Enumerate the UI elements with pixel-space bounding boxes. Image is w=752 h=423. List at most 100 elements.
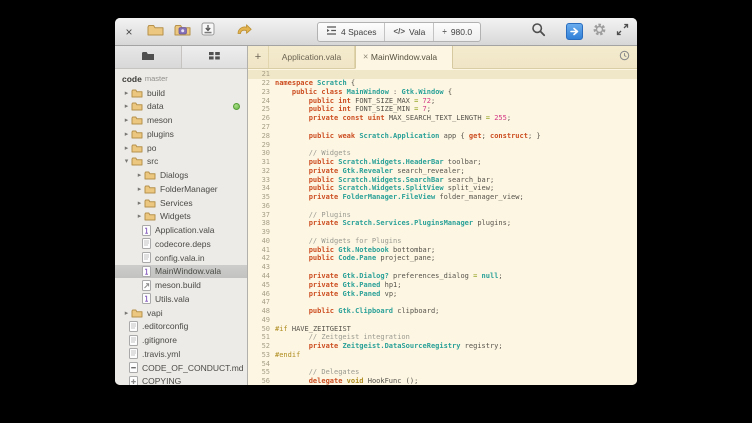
project-root-row[interactable]: code master (115, 72, 247, 86)
tree-item-mainwindow-vala[interactable]: MainWindow.vala (115, 265, 247, 279)
window-close-button[interactable]: × (123, 26, 135, 38)
chevron-right-icon[interactable]: ▸ (135, 171, 144, 179)
tree-item-data[interactable]: ▸data (115, 100, 247, 114)
chevron-right-icon[interactable]: ▸ (122, 89, 131, 97)
code-line-54[interactable]: 54 (248, 359, 637, 368)
code-line-51[interactable]: 51 // Zeitgeist integration (248, 333, 637, 342)
line-number: 30 (248, 149, 275, 157)
tree-item-build[interactable]: ▸build (115, 86, 247, 100)
code-line-44[interactable]: 44 private Gtk.Dialog? preferences_dialo… (248, 272, 637, 281)
code-line-30[interactable]: 30 // Widgets (248, 149, 637, 158)
code-line-29[interactable]: 29 (248, 140, 637, 149)
code-line-34[interactable]: 34 public Scratch.Widgets.SplitView spli… (248, 184, 637, 193)
fullscreen-button[interactable] (616, 23, 629, 41)
code-line-24[interactable]: 24 public int FONT_SIZE_MAX = 72; (248, 96, 637, 105)
code-line-37[interactable]: 37 // Plugins (248, 210, 637, 219)
code-line-25[interactable]: 25 public int FONT_SIZE_MIN = 7; (248, 105, 637, 114)
tree-item-codecore-deps[interactable]: codecore.deps (115, 237, 247, 251)
chevron-right-icon[interactable]: ▸ (122, 102, 131, 110)
code-line-39[interactable]: 39 (248, 228, 637, 237)
tree-item-label: .travis.yml (142, 349, 180, 359)
redo-button[interactable] (235, 22, 253, 41)
code-line-38[interactable]: 38 private Scratch.Services.PluginsManag… (248, 219, 637, 228)
new-tab-button[interactable]: + (248, 46, 269, 68)
tree-item-meson-build[interactable]: meson.build (115, 278, 247, 292)
text-file-icon (129, 335, 138, 346)
tree-item-label: plugins (147, 129, 174, 139)
tree-item-copying[interactable]: COPYING (115, 375, 247, 386)
tab-close-icon[interactable]: × (363, 53, 368, 62)
main-content: code master ▸build▸data▸meson▸plugins▸po… (115, 46, 637, 385)
tree-item-vapi[interactable]: ▸vapi (115, 306, 247, 320)
line-content: // Widgets for Plugins (275, 237, 401, 245)
tree-item--travis-yml[interactable]: .travis.yml (115, 347, 247, 361)
chevron-right-icon[interactable]: ▸ (122, 144, 131, 152)
code-line-36[interactable]: 36 (248, 201, 637, 210)
outline-view-button[interactable] (182, 46, 248, 68)
code-line-43[interactable]: 43 (248, 263, 637, 272)
code-line-49[interactable]: 49 (248, 315, 637, 324)
code-line-55[interactable]: 55 // Delegates (248, 368, 637, 377)
code-line-42[interactable]: 42 public Code.Pane project_pane; (248, 254, 637, 263)
tree-item-foldermanager[interactable]: ▸FolderManager (115, 182, 247, 196)
tree-item-widgets[interactable]: ▸Widgets (115, 210, 247, 224)
code-line-46[interactable]: 46 private Gtk.Paned vp; (248, 289, 637, 298)
tree-item-po[interactable]: ▸po (115, 141, 247, 155)
closed-tabs-button[interactable] (619, 46, 637, 68)
jump-to-button[interactable] (566, 23, 583, 40)
code-line-50[interactable]: 50#if HAVE_ZEITGEIST (248, 324, 637, 333)
save-button[interactable] (201, 22, 215, 41)
tree-item-application-vala[interactable]: Application.vala (115, 223, 247, 237)
chevron-right-icon[interactable]: ▸ (122, 130, 131, 138)
code-line-52[interactable]: 52 private Zeitgeist.DataSourceRegistry … (248, 342, 637, 351)
search-button[interactable] (531, 22, 546, 42)
tree-item-config-vala-in[interactable]: config.vala.in (115, 251, 247, 265)
code-line-28[interactable]: 28 public weak Scratch.Application app {… (248, 131, 637, 140)
templates-button[interactable] (174, 23, 191, 41)
tree-item-src[interactable]: ▾src (115, 155, 247, 169)
code-line-22[interactable]: 22namespace Scratch { (248, 79, 637, 88)
chevron-down-icon[interactable]: ▾ (122, 157, 131, 165)
code-line-32[interactable]: 32 private Gtk.Revealer search_revealer; (248, 166, 637, 175)
source-view[interactable]: 2122namespace Scratch {23 public class M… (248, 69, 637, 385)
code-line-26[interactable]: 26 private const uint MAX_SEARCH_TEXT_LE… (248, 114, 637, 123)
chevron-right-icon[interactable]: ▸ (135, 212, 144, 220)
code-line-47[interactable]: 47 (248, 298, 637, 307)
chevron-right-icon[interactable]: ▸ (122, 309, 131, 317)
tree-item--gitignore[interactable]: .gitignore (115, 333, 247, 347)
chevron-right-icon[interactable]: ▸ (135, 199, 144, 207)
tree-item-dialogs[interactable]: ▸Dialogs (115, 168, 247, 182)
code-line-27[interactable]: 27 (248, 123, 637, 132)
line-number: 21 (248, 70, 275, 78)
settings-button[interactable] (592, 22, 607, 42)
code-line-33[interactable]: 33 public Scratch.Widgets.SearchBar sear… (248, 175, 637, 184)
code-line-56[interactable]: 56 delegate void HookFunc (); (248, 377, 637, 385)
chevron-right-icon[interactable]: ▸ (135, 185, 144, 193)
indent-width-button[interactable]: 4 Spaces (318, 23, 384, 41)
tree-item-meson[interactable]: ▸meson (115, 113, 247, 127)
tree-item-utils-vala[interactable]: Utils.vala (115, 292, 247, 306)
code-line-21[interactable]: 21 (248, 70, 637, 79)
tree-item-plugins[interactable]: ▸ plugins (115, 127, 247, 141)
tab-application-vala[interactable]: Application.vala (269, 46, 355, 68)
tree-item--editorconfig[interactable]: .editorconfig (115, 320, 247, 334)
chevron-right-icon[interactable]: ▸ (122, 116, 131, 124)
line-content: private const uint MAX_SEARCH_TEXT_LENGT… (275, 114, 511, 122)
code-line-45[interactable]: 45 private Gtk.Paned hp1; (248, 280, 637, 289)
code-line-53[interactable]: 53#endif (248, 351, 637, 360)
code-line-23[interactable]: 23 public class MainWindow : Gtk.Window … (248, 88, 637, 97)
open-file-button[interactable] (147, 23, 164, 41)
folder-view-button[interactable] (115, 46, 182, 68)
tab-mainwindow-vala[interactable]: ×MainWindow.vala (355, 46, 453, 69)
code-line-41[interactable]: 41 public Gtk.Notebook bottombar; (248, 245, 637, 254)
tree-item-code-of-conduct-md[interactable]: CODE_OF_CONDUCT.md (115, 361, 247, 375)
tree-item-services[interactable]: ▸Services (115, 196, 247, 210)
code-line-48[interactable]: 48 public Gtk.Clipboard clipboard; (248, 307, 637, 316)
line-content: public Scratch.Widgets.SearchBar search_… (275, 176, 494, 184)
code-line-35[interactable]: 35 private FolderManager.FileView folder… (248, 193, 637, 202)
code-line-40[interactable]: 40 // Widgets for Plugins (248, 237, 637, 246)
line-number: 47 (248, 298, 275, 306)
goto-line-button[interactable]: ÷ 980.0 (433, 23, 480, 41)
code-line-31[interactable]: 31 public Scratch.Widgets.HeaderBar tool… (248, 158, 637, 167)
language-button[interactable]: </> Vala (384, 23, 433, 41)
